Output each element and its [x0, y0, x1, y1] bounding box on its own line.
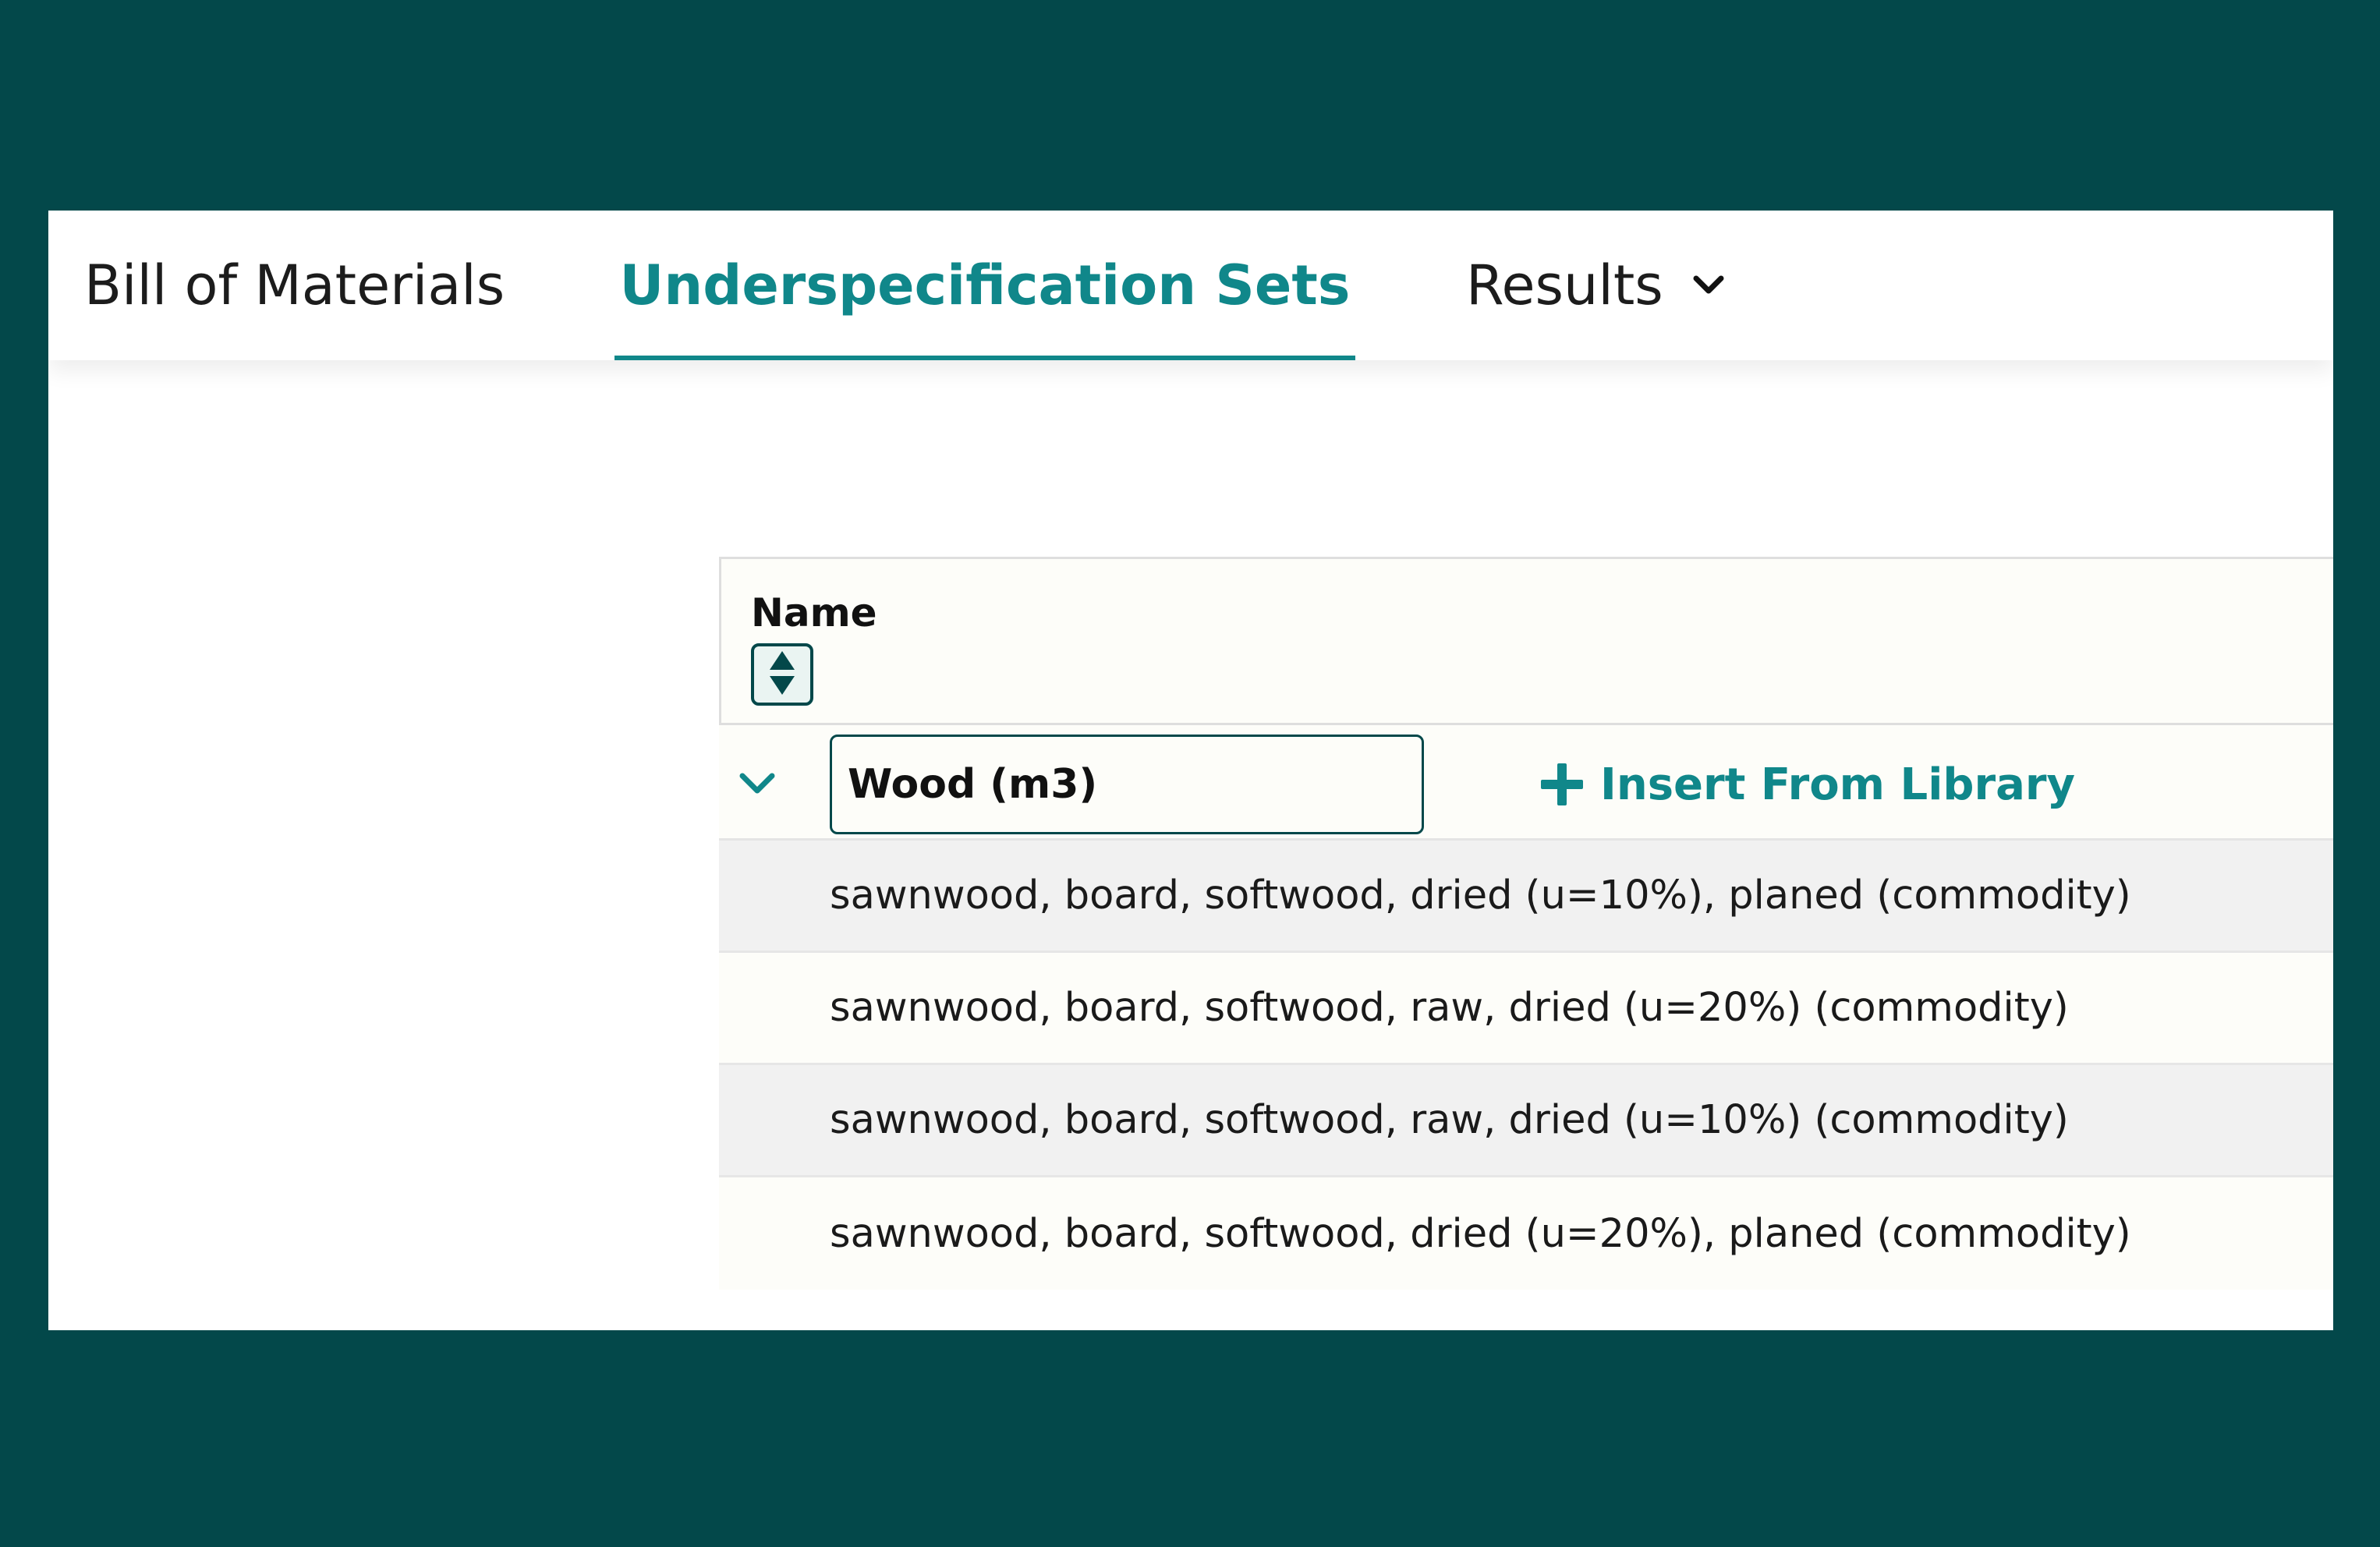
- underspecification-table: Name Wood (m3) Insert From Library sawnw…: [719, 557, 2333, 1330]
- table-header: Name: [719, 557, 2333, 725]
- table-row[interactable]: sawnwood, board, softwood, raw, dried (u…: [719, 953, 2333, 1065]
- row-label: sawnwood, board, softwood, dried (u=20%)…: [830, 1210, 2131, 1257]
- plus-icon: [1538, 760, 1586, 809]
- insert-from-library-button[interactable]: Insert From Library: [1538, 747, 2075, 822]
- row-label: sawnwood, board, softwood, raw, dried (u…: [830, 1097, 2069, 1143]
- table-row[interactable]: sawnwood, board, softwood, dried (u=10%)…: [719, 841, 2333, 953]
- row-label: sawnwood, board, softwood, raw, dried (u…: [830, 985, 2069, 1031]
- tab-underspecification-sets[interactable]: Underspecification Sets: [614, 211, 1355, 360]
- tab-results[interactable]: Results: [1466, 211, 1727, 360]
- sort-button[interactable]: [751, 643, 813, 706]
- insert-from-library-label: Insert From Library: [1600, 759, 2075, 810]
- main-panel: Bill of Materials Underspecification Set…: [48, 211, 2333, 1330]
- active-tab-indicator: [614, 356, 1355, 360]
- column-header-name: Name: [751, 590, 877, 635]
- table-row[interactable]: sawnwood, board, softwood, raw, dried (u…: [719, 1065, 2333, 1177]
- group-row: Insert From Library: [719, 725, 2333, 841]
- tab-label: Results: [1466, 253, 1663, 317]
- tab-label: Underspecification Sets: [619, 253, 1351, 317]
- chevron-down-icon[interactable]: [1690, 267, 1727, 304]
- sort-updown-icon: [765, 648, 799, 701]
- table-row[interactable]: sawnwood, board, softwood, dried (u=20%)…: [719, 1177, 2333, 1290]
- tab-label: Bill of Materials: [84, 253, 505, 317]
- row-label: sawnwood, board, softwood, dried (u=10%)…: [830, 873, 2131, 919]
- tab-bar: Bill of Materials Underspecification Set…: [48, 211, 2333, 360]
- tab-bill-of-materials[interactable]: Bill of Materials: [84, 211, 505, 360]
- group-name-input[interactable]: [830, 735, 1424, 834]
- chevron-down-icon[interactable]: [730, 756, 784, 811]
